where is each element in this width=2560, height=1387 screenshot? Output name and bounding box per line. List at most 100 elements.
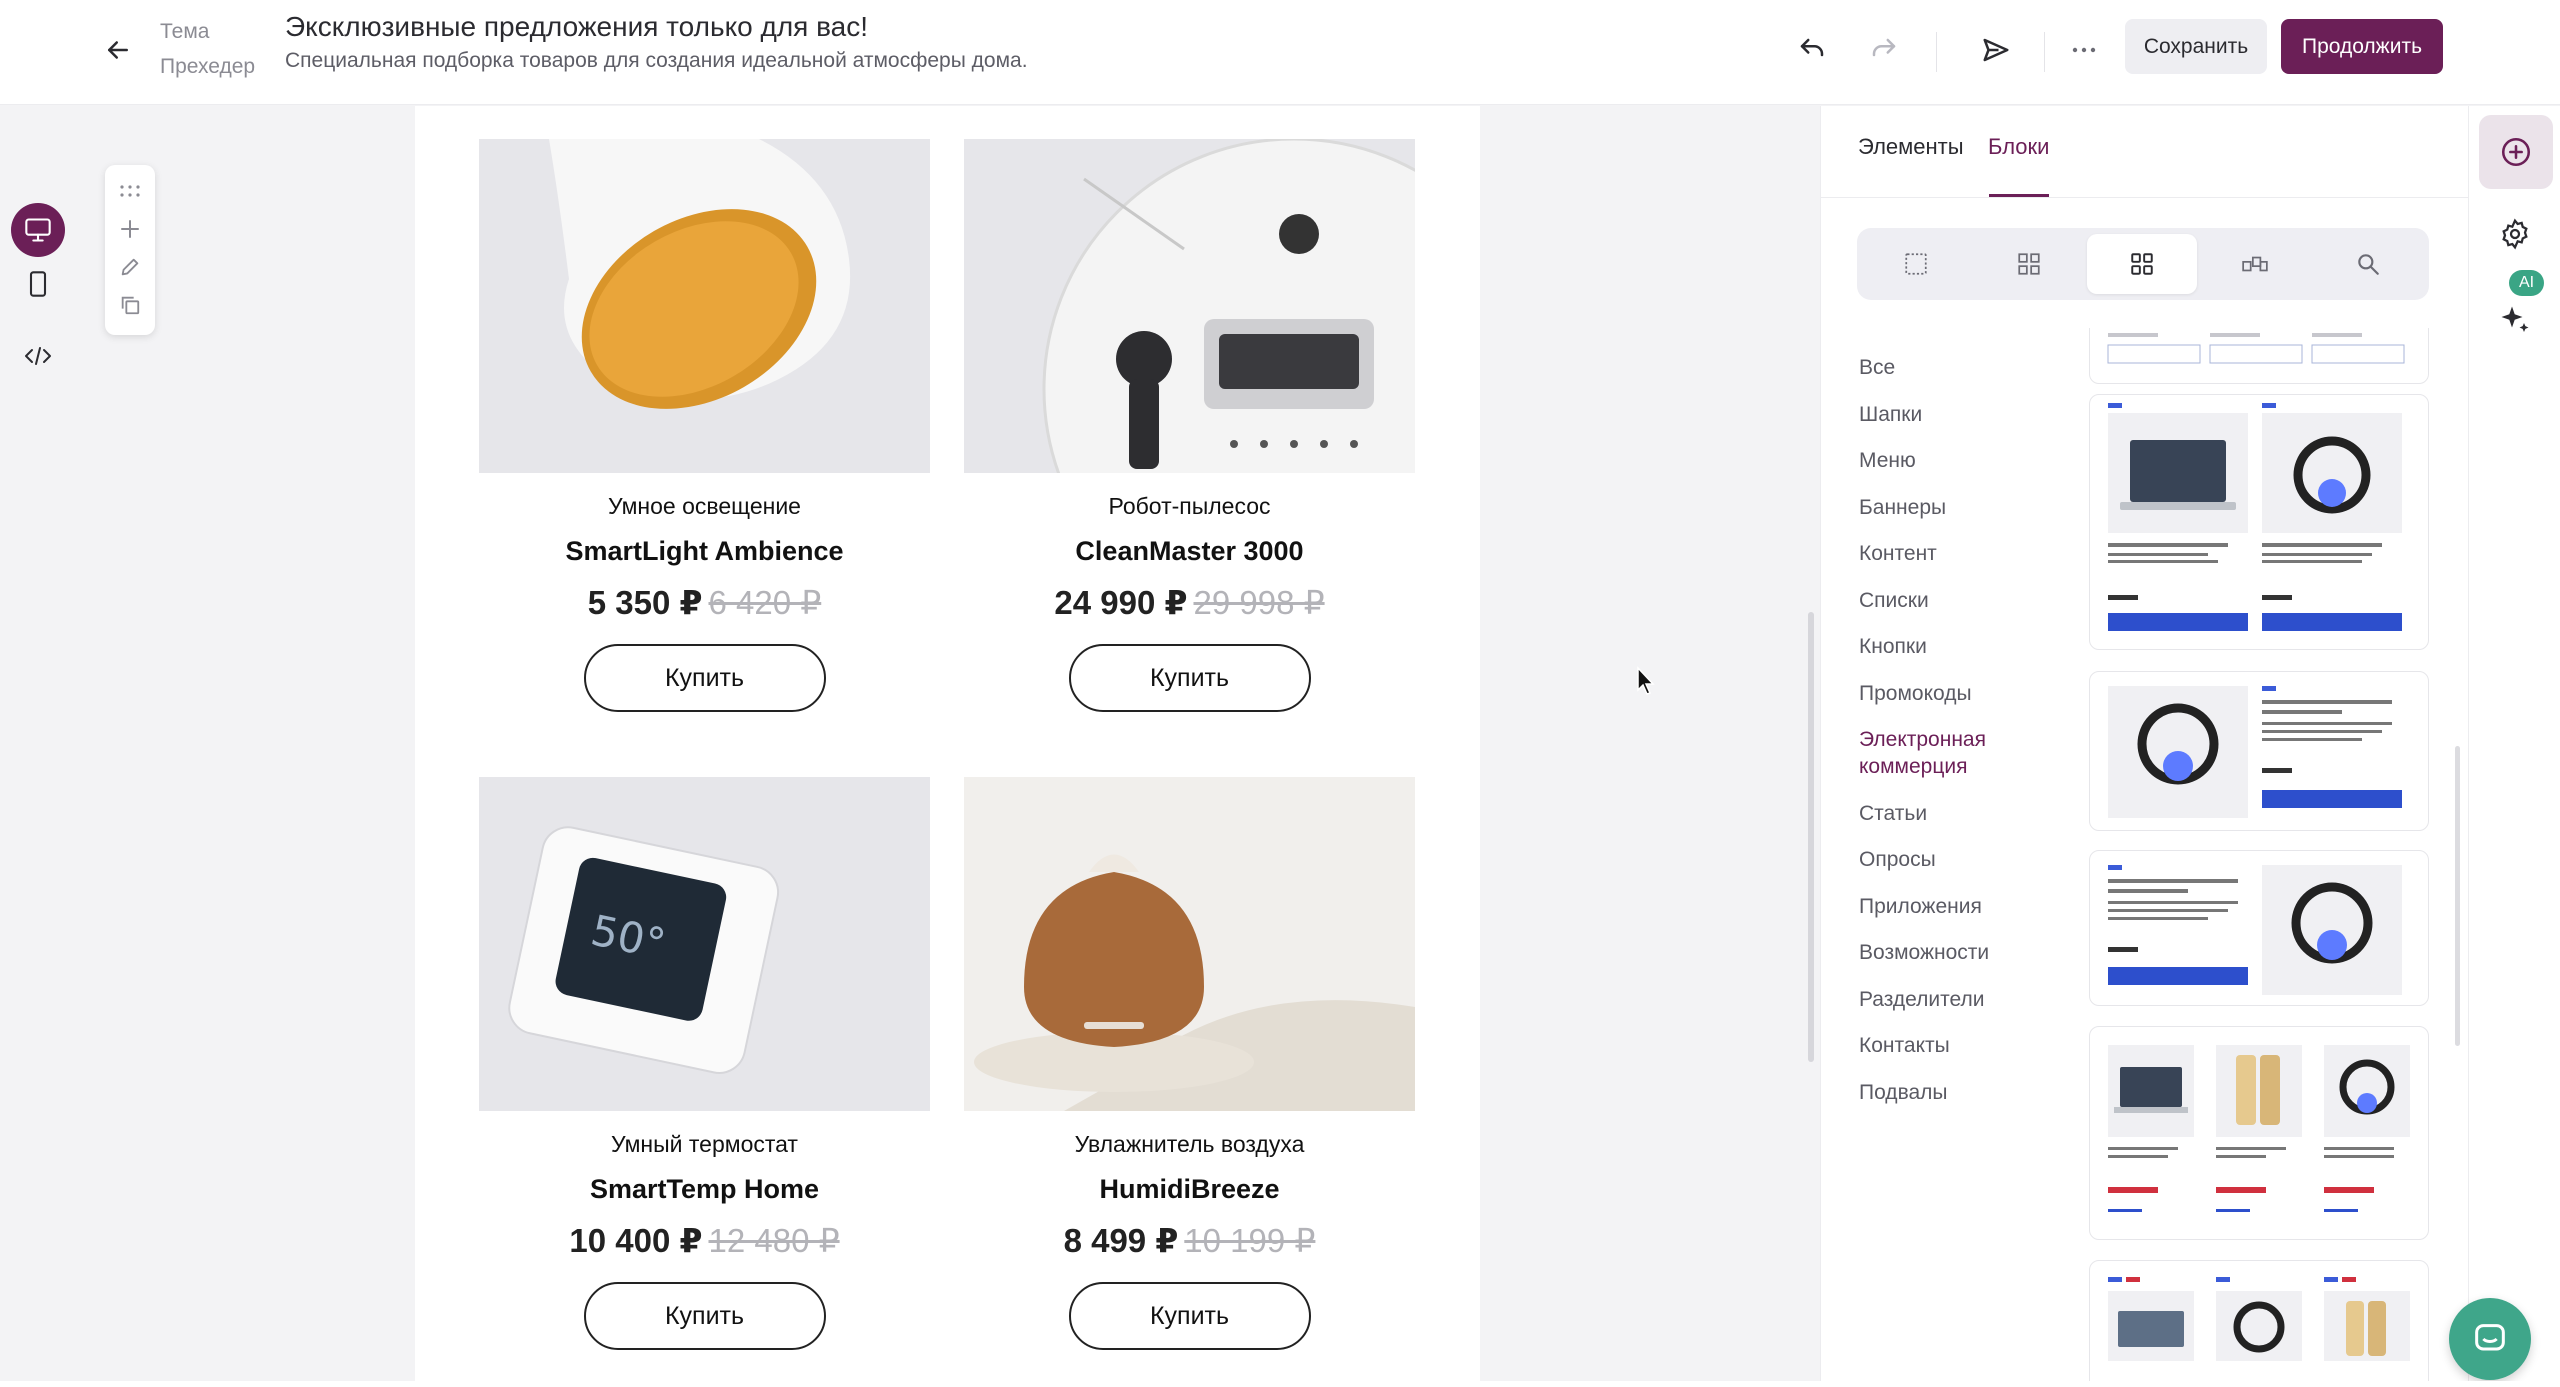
meta-labels: Тема Прехедер [160, 14, 255, 84]
category-articles[interactable]: Статьи [1859, 800, 2029, 827]
redo-icon [1872, 38, 1896, 57]
category-all[interactable]: Все [1859, 354, 2029, 381]
category-promocodes[interactable]: Промокоды [1859, 680, 2029, 707]
edit-block-button[interactable] [114, 251, 146, 283]
block-layout-filter [1857, 228, 2429, 300]
add-block-button[interactable] [114, 213, 146, 245]
category-dividers[interactable]: Разделители [1859, 986, 2029, 1013]
product-category: Робот-пылесос [1108, 493, 1271, 519]
bottom-edge [0, 1381, 2560, 1387]
buy-button[interactable]: Купить [583, 644, 826, 712]
block-thumbnail[interactable] [2089, 328, 2429, 384]
product-price: 24 990 ₽29 998 ₽ [964, 583, 1415, 622]
layout-cards-icon [2242, 256, 2268, 272]
product-image-thermostat[interactable]: 50° [479, 777, 930, 1111]
block-thumbnail[interactable] [2089, 850, 2429, 1006]
mobile-view-button[interactable] [11, 257, 65, 311]
category-banners[interactable]: Баннеры [1859, 494, 2029, 521]
block-thumbnail[interactable] [2089, 671, 2429, 831]
tab-elements[interactable]: Элементы [1858, 134, 1964, 160]
redo-button[interactable] [1860, 26, 1908, 74]
save-button[interactable]: Сохранить [2125, 19, 2267, 74]
pencil-icon [121, 258, 139, 276]
old-price: 6 420 ₽ [708, 584, 822, 621]
search-blocks-button[interactable] [2313, 234, 2423, 294]
buy-button[interactable]: Купить [1068, 644, 1311, 712]
block-thumbnail[interactable] [2089, 394, 2429, 650]
block-thumbnails [2089, 328, 2429, 1381]
product-image-humidifier[interactable] [964, 777, 1415, 1111]
product-name: CleanMaster 3000 [1075, 536, 1304, 566]
old-price: 29 998 ₽ [1193, 584, 1325, 621]
buy-button[interactable]: Купить [1068, 1282, 1311, 1350]
desktop-icon [25, 218, 51, 242]
preheader-label: Прехедер [160, 55, 256, 78]
add-block-panel-button[interactable] [2479, 115, 2553, 189]
ai-assistant-button[interactable] [2493, 298, 2537, 342]
continue-button[interactable]: Продолжить [2281, 19, 2443, 74]
send-test-button[interactable] [1972, 26, 2020, 74]
category-contacts[interactable]: Контакты [1859, 1032, 2029, 1059]
back-button[interactable] [98, 30, 138, 70]
product-name: SmartLight Ambience [565, 536, 844, 566]
duplicate-block-button[interactable] [114, 289, 146, 321]
right-rail: AI [2468, 106, 2560, 1387]
sparkles-icon [2501, 306, 2529, 332]
block-thumbnail[interactable] [2089, 1260, 2429, 1381]
product-card: Робот-пылесос CleanMaster 3000 24 990 ₽2… [964, 139, 1415, 712]
plus-icon [121, 220, 139, 238]
product-image-robot-vacuum[interactable] [964, 139, 1415, 473]
buy-button[interactable]: Купить [583, 1282, 826, 1350]
block-categories: Все Шапки Меню Баннеры Контент Списки Кн… [1859, 354, 2029, 1125]
product-card: Умное освещение SmartLight Ambience 5 35… [479, 139, 930, 712]
product-category: Умное освещение [608, 493, 801, 519]
layout-cards-button[interactable] [2200, 234, 2310, 294]
gear-icon [2502, 218, 2528, 250]
layout-grid-icon [2131, 253, 2153, 275]
chat-icon [2475, 1324, 2505, 1351]
more-button[interactable] [2060, 26, 2108, 74]
tab-blocks[interactable]: Блоки [1988, 134, 2049, 160]
block-toolbar [105, 165, 155, 335]
product-category: Увлажнитель воздуха [1074, 1131, 1305, 1157]
product-image-lamp[interactable] [479, 139, 930, 473]
product-name: HumidiBreeze [1099, 1174, 1280, 1204]
current-price: 8 499 ₽ [1063, 1222, 1179, 1259]
category-apps[interactable]: Приложения [1859, 893, 2029, 920]
send-icon [1983, 38, 2009, 62]
canvas-scrollbar[interactable] [1808, 612, 1814, 1062]
toolbar-divider [2044, 32, 2045, 72]
block-thumbnail[interactable] [2089, 1026, 2429, 1240]
layout-single-button[interactable] [1861, 234, 1971, 294]
copy-icon [121, 296, 140, 315]
category-ecommerce[interactable]: Электронная коммерция [1859, 726, 2029, 780]
subject-field[interactable]: Эксклюзивные предложения только для вас! [285, 8, 1028, 46]
meta-values: Эксклюзивные предложения только для вас!… [285, 8, 1028, 76]
layout-mixed-button[interactable] [1974, 234, 2084, 294]
category-content[interactable]: Контент [1859, 540, 2029, 567]
category-features[interactable]: Возможности [1859, 939, 2029, 966]
preheader-field[interactable]: Специальная подборка товаров для создани… [285, 46, 1028, 76]
drag-handle[interactable] [114, 175, 146, 207]
email-preview: Умное освещение SmartLight Ambience 5 35… [415, 106, 1480, 1381]
drag-handle-icon [120, 185, 140, 197]
category-headers[interactable]: Шапки [1859, 401, 2029, 428]
search-icon [2358, 254, 2379, 275]
divider [1821, 197, 2469, 198]
undo-button[interactable] [1788, 26, 1836, 74]
support-chat-button[interactable] [2449, 1298, 2531, 1380]
category-footers[interactable]: Подвалы [1859, 1079, 2029, 1106]
category-surveys[interactable]: Опросы [1859, 846, 2029, 873]
category-lists[interactable]: Списки [1859, 587, 2029, 614]
product-card: Увлажнитель воздуха HumidiBreeze 8 499 ₽… [964, 777, 1415, 1350]
code-view-button[interactable] [11, 329, 65, 383]
desktop-view-button[interactable] [11, 203, 65, 257]
panel-scrollbar[interactable] [2455, 746, 2460, 1046]
settings-button[interactable] [2495, 214, 2535, 254]
layout-grid-button[interactable] [2087, 234, 2197, 294]
category-buttons[interactable]: Кнопки [1859, 633, 2029, 660]
mouse-cursor-icon [1637, 666, 1655, 695]
layout-single-icon [1905, 253, 1927, 275]
category-menu[interactable]: Меню [1859, 447, 2029, 474]
product-name: SmartTemp Home [589, 1174, 820, 1204]
